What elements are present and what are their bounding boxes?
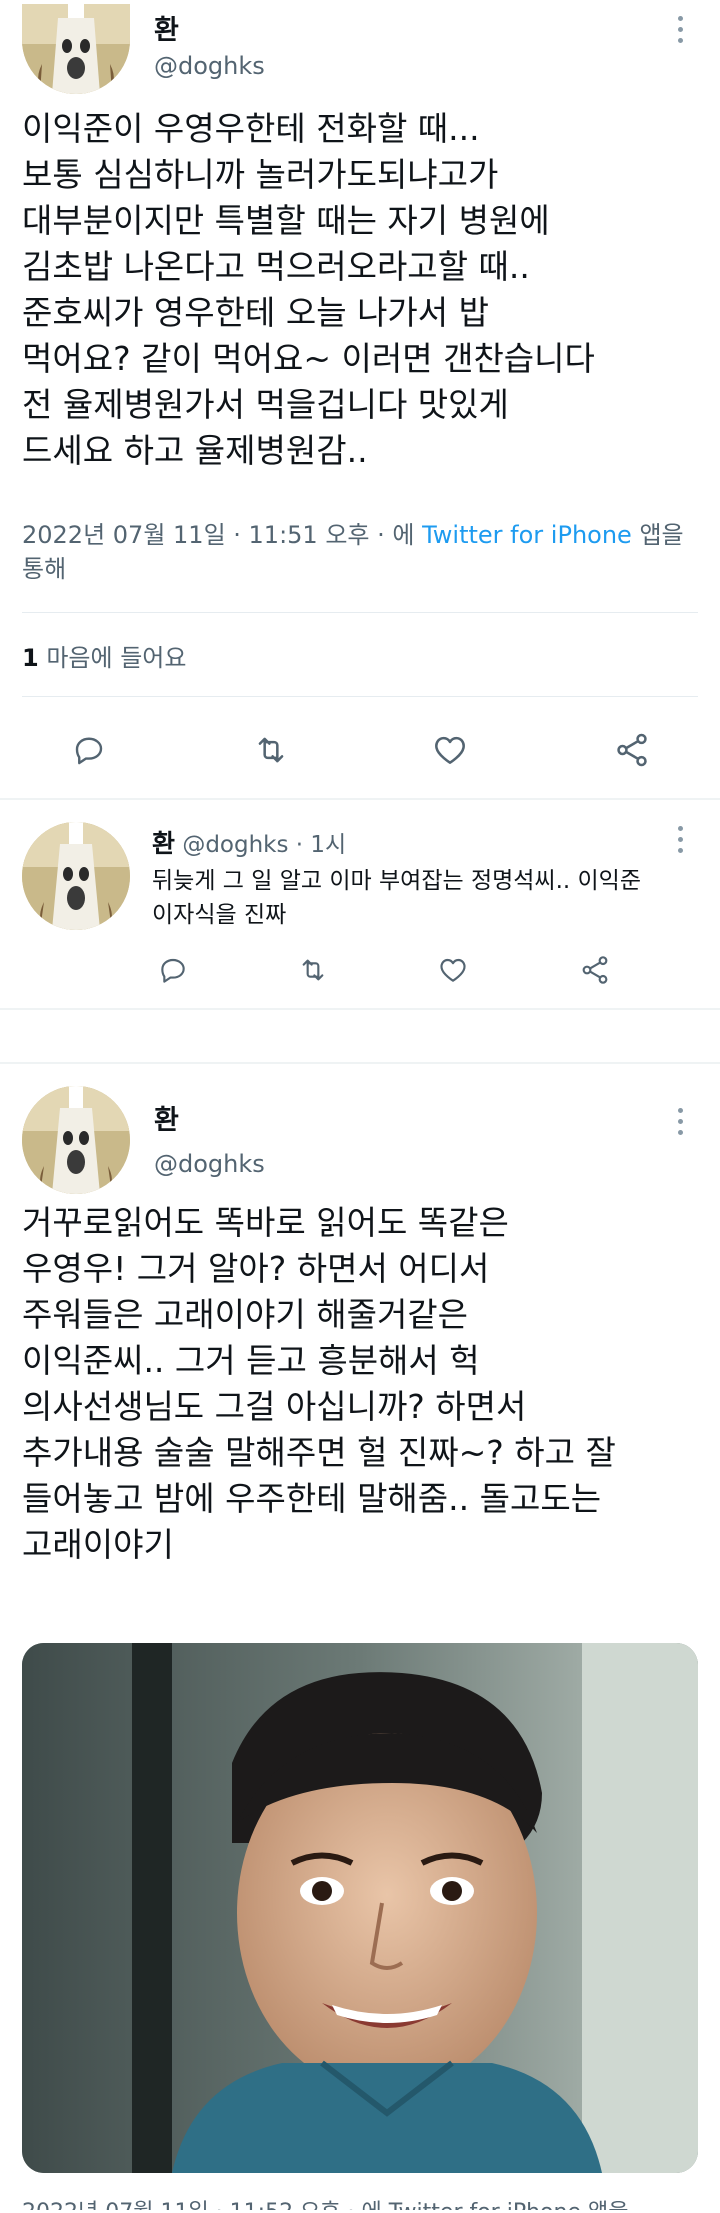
divider: [22, 696, 698, 697]
tweet-meta: 2022년 07월 11일 · 11:51 오후 · 에 Twitter for…: [22, 518, 702, 586]
avatar-image: [22, 1086, 130, 1194]
reply-header: 환 @doghks · 1시: [152, 824, 346, 860]
display-name[interactable]: 환: [152, 829, 175, 858]
tweet-main: 환 @doghks 이익준이 우영우한테 전화할 때... 보통 심심하니까 놀…: [0, 0, 720, 800]
avatar[interactable]: [22, 4, 130, 94]
reply-icon[interactable]: [64, 725, 114, 775]
tweet-media-image[interactable]: [22, 1643, 698, 2173]
heart-icon[interactable]: [428, 945, 478, 995]
tweet-meta-cutoff: 2022년 07월 11일 · 11:52 오후 · 에 Twitter for…: [22, 2196, 628, 2210]
avatar-image: [22, 822, 130, 930]
more-icon[interactable]: [678, 826, 683, 859]
retweet-icon[interactable]: [288, 945, 338, 995]
user-handle[interactable]: @doghks: [182, 832, 288, 858]
timestamp[interactable]: 2022년 07월 11일 · 11:51 오후 · 에: [22, 521, 414, 549]
avatar[interactable]: [22, 1086, 130, 1194]
display-name[interactable]: 환: [154, 8, 179, 47]
action-bar: [0, 945, 720, 995]
share-icon[interactable]: [570, 945, 620, 995]
reply-tweet[interactable]: 환 @doghks · 1시 뒤늦게 그 일 알고 이마 부여잡는 정명석씨..…: [0, 800, 720, 1010]
retweet-icon[interactable]: [246, 725, 296, 775]
user-handle[interactable]: @doghks: [154, 52, 265, 80]
action-bar: [0, 725, 720, 775]
tweet-text: 이익준이 우영우한테 전화할 때... 보통 심심하니까 놀러가도되냐고가 대부…: [22, 109, 595, 470]
section-divider: [0, 1008, 720, 1010]
like-count: 1: [22, 644, 39, 672]
heart-icon[interactable]: [425, 725, 475, 775]
reply-icon[interactable]: [148, 945, 198, 995]
display-name[interactable]: 환: [154, 1098, 179, 1137]
avatar[interactable]: [22, 822, 130, 930]
tweet-text: 거꾸로읽어도 똑바로 읽어도 똑같은 우영우! 그거 알아? 하면서 어디서 주…: [22, 1203, 616, 1564]
media-photo: [22, 1643, 698, 2173]
likes-stat[interactable]: 1 마음에 들어요: [22, 638, 186, 673]
reply-text: 뒤늦게 그 일 알고 이마 부여잡는 정명석씨.. 이익준 이자식을 진짜: [152, 868, 641, 928]
share-icon[interactable]: [607, 725, 657, 775]
more-icon[interactable]: [678, 16, 683, 49]
more-icon[interactable]: [678, 1108, 683, 1141]
relative-time[interactable]: · 1시: [296, 832, 346, 858]
source-link[interactable]: Twitter for iPhone: [422, 521, 632, 549]
divider: [22, 612, 698, 613]
avatar-image: [22, 4, 130, 94]
like-label: 마음에 들어요: [46, 644, 187, 672]
user-handle[interactable]: @doghks: [154, 1150, 265, 1178]
